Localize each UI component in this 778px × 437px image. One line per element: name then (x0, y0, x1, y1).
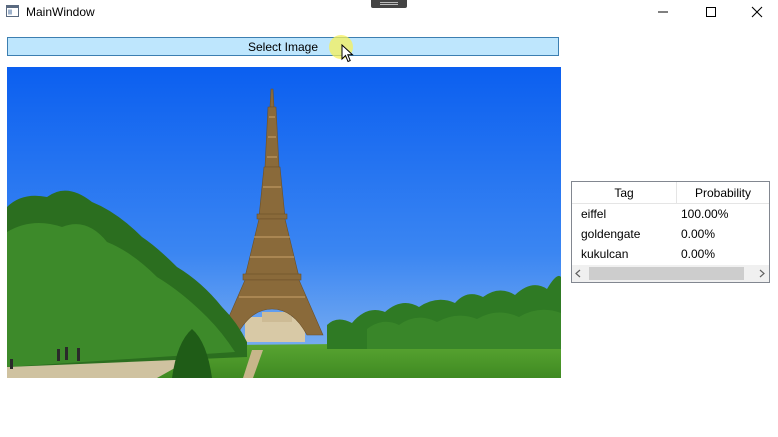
list-row[interactable]: goldengate 0.00% (572, 224, 769, 244)
scrollbar-thumb[interactable] (589, 267, 744, 280)
chevron-left-icon[interactable] (574, 269, 582, 278)
window-title: MainWindow (26, 5, 95, 19)
maximize-button[interactable] (688, 0, 734, 24)
window-app-icon (6, 5, 19, 17)
list-row[interactable]: eiffel 100.00% (572, 204, 769, 224)
title-bar[interactable]: MainWindow (0, 0, 778, 24)
row-probability: 0.00% (681, 227, 716, 241)
selected-image (7, 67, 561, 378)
row-tag: eiffel (581, 207, 607, 221)
mouse-pointer-icon (341, 44, 354, 63)
tag-probability-list[interactable]: Tag Probability eiffel 100.00% goldengat… (571, 181, 770, 283)
close-icon (751, 6, 763, 18)
chevron-right-icon[interactable] (758, 269, 766, 278)
select-image-button[interactable]: Select Image (7, 37, 559, 56)
list-header: Tag Probability (572, 182, 769, 204)
select-image-label: Select Image (247, 39, 319, 54)
close-button[interactable] (734, 0, 778, 24)
snap-grip[interactable] (371, 0, 407, 8)
row-tag: goldengate (581, 227, 641, 241)
row-probability: 0.00% (681, 247, 716, 261)
maximize-icon (706, 7, 716, 17)
column-header-tag[interactable]: Tag (572, 182, 677, 203)
list-row[interactable]: kukulcan 0.00% (572, 244, 769, 264)
column-header-probability[interactable]: Probability (677, 182, 769, 203)
row-probability: 100.00% (681, 207, 729, 221)
minimize-icon (658, 11, 668, 13)
minimize-button[interactable] (640, 0, 686, 24)
horizontal-scrollbar[interactable] (572, 265, 769, 282)
row-tag: kukulcan (581, 247, 629, 261)
